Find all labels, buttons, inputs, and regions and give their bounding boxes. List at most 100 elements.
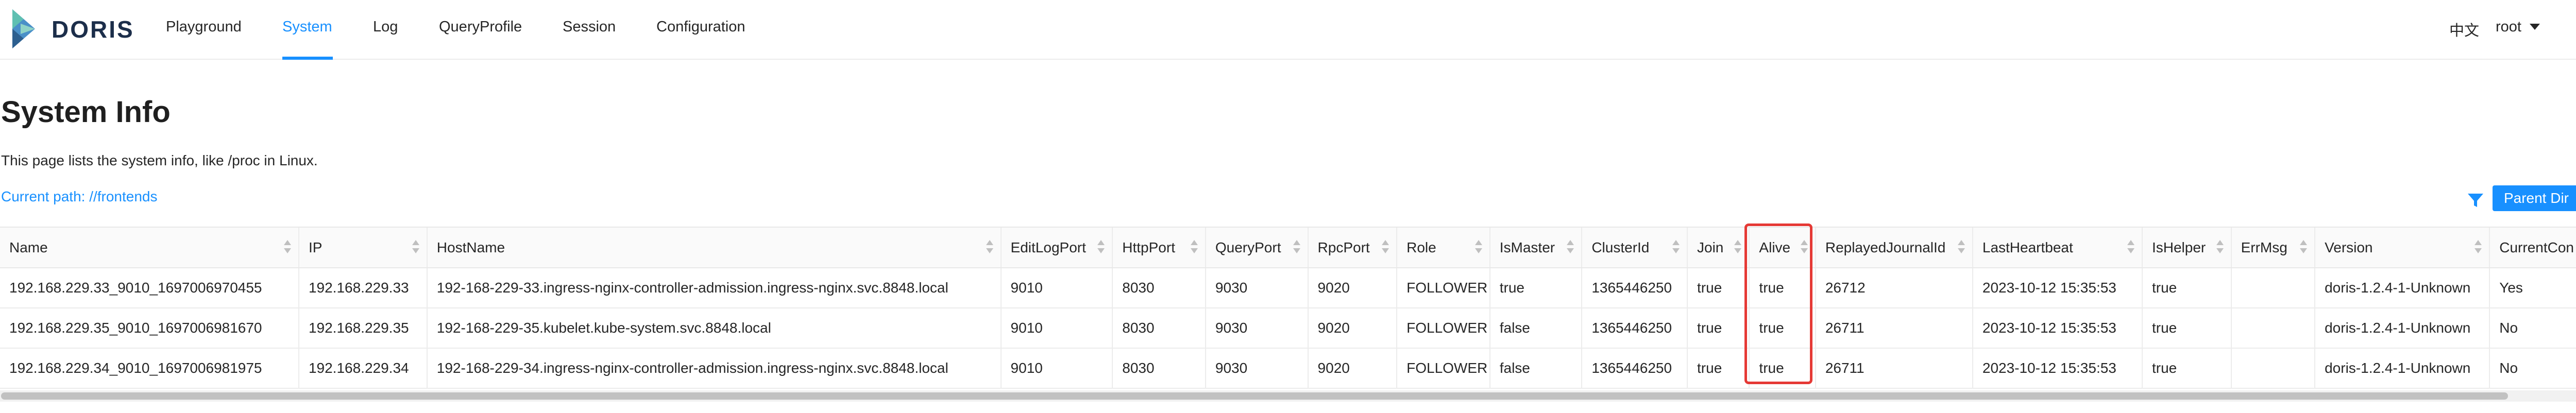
nav-log[interactable]: Log	[373, 19, 398, 36]
cell-hostname: 192-168-229-33.ingress-nginx-controller-…	[427, 268, 1002, 308]
table-row: 192.168.229.34_9010_1697006981975 192.16…	[0, 348, 2576, 389]
cell-version: doris-1.2.4-1-Unknown	[2315, 308, 2490, 349]
cell-ishelper: true	[2142, 268, 2232, 308]
column-header-errmsg[interactable]: ErrMsg	[2231, 228, 2316, 268]
sort-icon[interactable]	[2216, 240, 2224, 255]
cell-clusterid: 1365446250	[1582, 308, 1688, 349]
doris-logo-icon[interactable]	[5, 4, 40, 54]
top-nav-bar: DORIS Playground System Log QueryProfile…	[0, 0, 2576, 60]
user-menu[interactable]: root	[2496, 19, 2521, 36]
parent-dir-button[interactable]: Parent Dir	[2493, 185, 2576, 211]
sort-icon[interactable]	[1957, 240, 1965, 255]
nav-system[interactable]: System	[282, 19, 332, 36]
cell-join: true	[1687, 348, 1750, 389]
nav-configuration[interactable]: Configuration	[656, 19, 745, 36]
sort-icon[interactable]	[1382, 240, 1389, 255]
sort-icon[interactable]	[1734, 240, 1742, 255]
sort-icon[interactable]	[1475, 240, 1482, 255]
column-header-name[interactable]: Name	[0, 228, 299, 268]
cell-join: true	[1687, 268, 1750, 308]
column-header-lastheartbeat[interactable]: LastHeartbeat	[1972, 228, 2143, 268]
sort-icon[interactable]	[2475, 240, 2482, 255]
cell-lastheartbeat: 2023-10-12 15:35:53	[1972, 348, 2143, 389]
column-header-rpcport[interactable]: RpcPort	[1308, 228, 1398, 268]
cell-currentconnected: No	[2489, 348, 2576, 389]
page-title: System Info	[1, 95, 171, 129]
cell-errmsg	[2231, 268, 2316, 308]
column-header-alive[interactable]: Alive	[1749, 228, 1816, 268]
cell-rpcport: 9020	[1308, 268, 1398, 308]
cell-role: FOLLOWER	[1397, 268, 1490, 308]
column-header-currentconnected[interactable]: CurrentCon	[2489, 228, 2576, 268]
cell-rpcport: 9020	[1308, 308, 1398, 349]
cell-lastheartbeat: 2023-10-12 15:35:53	[1972, 308, 2143, 349]
column-header-ishelper[interactable]: IsHelper	[2142, 228, 2232, 268]
cell-replayedjournalid: 26711	[1815, 348, 1973, 389]
cell-name: 192.168.229.35_9010_1697006981670	[0, 308, 299, 349]
column-header-hostname[interactable]: HostName	[427, 228, 1002, 268]
sort-icon[interactable]	[1800, 240, 1808, 255]
cell-name: 192.168.229.34_9010_1697006981975	[0, 348, 299, 389]
sort-icon[interactable]	[1190, 240, 1198, 255]
cell-editlogport: 9010	[1001, 308, 1113, 349]
cell-role: FOLLOWER	[1397, 348, 1490, 389]
sort-icon[interactable]	[1293, 240, 1300, 255]
sort-icon[interactable]	[2127, 240, 2134, 255]
sort-icon[interactable]	[1097, 240, 1105, 255]
column-header-editlogport[interactable]: EditLogPort	[1001, 228, 1113, 268]
cell-editlogport: 9010	[1001, 268, 1113, 308]
cell-errmsg	[2231, 348, 2316, 389]
column-header-httpport[interactable]: HttpPort	[1112, 228, 1206, 268]
column-header-role[interactable]: Role	[1397, 228, 1490, 268]
sort-icon[interactable]	[412, 240, 419, 255]
cell-ip: 192.168.229.34	[298, 348, 428, 389]
cell-ip: 192.168.229.33	[298, 268, 428, 308]
horizontal-scrollbar-thumb[interactable]	[1, 392, 2508, 400]
cell-clusterid: 1365446250	[1582, 268, 1688, 308]
cell-alive: true	[1749, 348, 1816, 389]
cell-replayedjournalid: 26712	[1815, 268, 1973, 308]
language-switch[interactable]: 中文	[2449, 19, 2479, 40]
cell-ismaster: false	[1489, 348, 1583, 389]
active-tab-indicator	[282, 57, 333, 60]
cell-lastheartbeat: 2023-10-12 15:35:53	[1972, 268, 2143, 308]
sort-icon[interactable]	[2300, 240, 2308, 255]
cell-alive: true	[1749, 268, 1816, 308]
cell-ip: 192.168.229.35	[298, 308, 428, 349]
column-header-join[interactable]: Join	[1687, 228, 1750, 268]
cell-name: 192.168.229.33_9010_1697006970455	[0, 268, 299, 308]
cell-version: doris-1.2.4-1-Unknown	[2315, 348, 2490, 389]
cell-httpport: 8030	[1112, 268, 1206, 308]
table-header-row: Name IP HostName EditLogPort HttpPort Qu…	[0, 228, 2576, 268]
column-header-ismaster[interactable]: IsMaster	[1489, 228, 1583, 268]
cell-ismaster: false	[1489, 308, 1583, 349]
cell-currentconnected: Yes	[2489, 268, 2576, 308]
cell-hostname: 192-168-229-35.kubelet.kube-system.svc.8…	[427, 308, 1002, 349]
column-header-ip[interactable]: IP	[298, 228, 428, 268]
filter-icon[interactable]	[2467, 192, 2484, 209]
sort-icon[interactable]	[986, 240, 993, 255]
caret-down-icon[interactable]	[2530, 24, 2540, 30]
column-header-version[interactable]: Version	[2315, 228, 2490, 268]
system-info-table: Name IP HostName EditLogPort HttpPort Qu…	[0, 227, 2576, 390]
sort-icon[interactable]	[1567, 240, 1574, 255]
cell-queryport: 9030	[1205, 348, 1309, 389]
cell-alive: true	[1749, 308, 1816, 349]
column-header-replayedjournalid[interactable]: ReplayedJournalId	[1815, 228, 1973, 268]
sort-icon[interactable]	[1672, 240, 1680, 255]
cell-editlogport: 9010	[1001, 348, 1113, 389]
cell-queryport: 9030	[1205, 268, 1309, 308]
column-header-queryport[interactable]: QueryPort	[1205, 228, 1309, 268]
nav-session[interactable]: Session	[563, 19, 616, 36]
cell-hostname: 192-168-229-34.ingress-nginx-controller-…	[427, 348, 1002, 389]
nav-queryprofile[interactable]: QueryProfile	[439, 19, 522, 36]
nav-playground[interactable]: Playground	[166, 19, 242, 36]
brand-name[interactable]: DORIS	[52, 15, 134, 43]
cell-ishelper: true	[2142, 348, 2232, 389]
current-path[interactable]: Current path: //frontends	[1, 188, 158, 205]
cell-replayedjournalid: 26711	[1815, 308, 1973, 349]
sort-icon[interactable]	[283, 240, 291, 255]
column-header-clusterid[interactable]: ClusterId	[1582, 228, 1688, 268]
table-row: 192.168.229.35_9010_1697006981670 192.16…	[0, 308, 2576, 349]
cell-ishelper: true	[2142, 308, 2232, 349]
